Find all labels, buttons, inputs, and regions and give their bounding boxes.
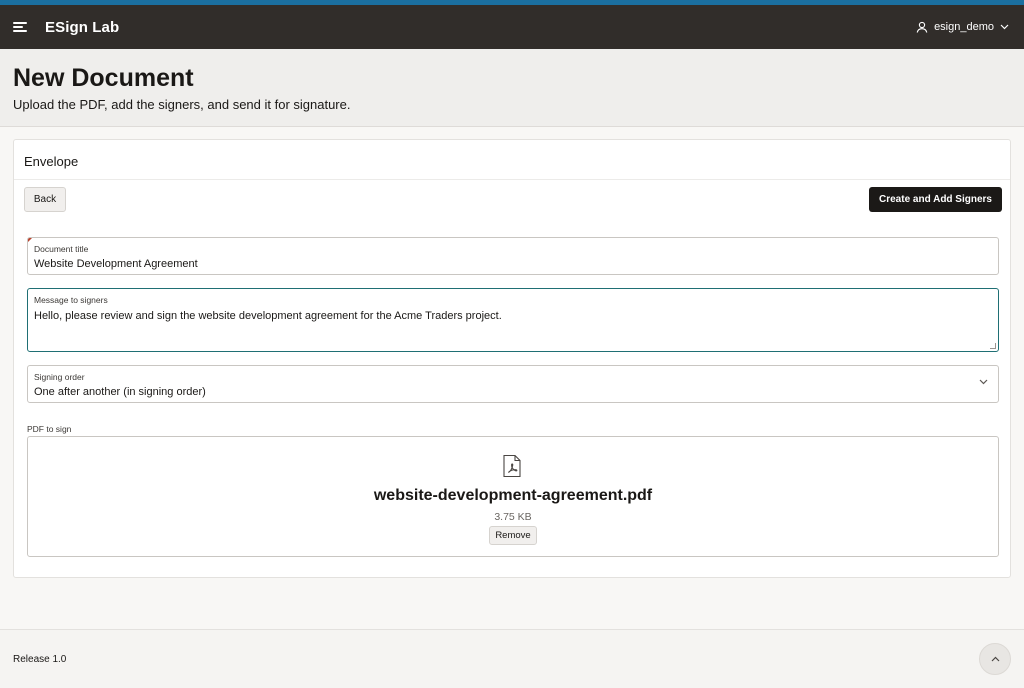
message-label: Message to signers xyxy=(34,295,108,305)
user-icon xyxy=(916,21,928,33)
pdf-file-name: website-development-agreement.pdf xyxy=(373,487,653,504)
back-button[interactable]: Back xyxy=(24,187,66,212)
page-header: New Document Upload the PDF, add the sig… xyxy=(0,49,1024,127)
signing-order-value: One after another (in signing order) xyxy=(34,386,206,398)
pdf-dropzone[interactable]: website-development-agreement.pdf 3.75 K… xyxy=(27,436,999,557)
create-and-add-signers-button[interactable]: Create and Add Signers xyxy=(869,187,1002,212)
signing-order-select[interactable]: Signing order One after another (in sign… xyxy=(27,365,999,403)
pdf-file-size: 3.75 KB xyxy=(494,511,532,523)
app-header: ESign Lab esign_demo xyxy=(0,5,1024,49)
scroll-to-top-button[interactable] xyxy=(979,643,1011,675)
card-divider xyxy=(14,179,1010,180)
hamburger-menu-icon[interactable] xyxy=(13,22,27,32)
envelope-card: Envelope Back Create and Add Signers Doc… xyxy=(13,139,1011,578)
release-label: Release 1.0 xyxy=(13,654,67,665)
page-title: New Document xyxy=(13,64,194,92)
chevron-up-icon xyxy=(991,656,999,662)
document-title-label: Document title xyxy=(34,244,89,254)
chevron-down-icon xyxy=(979,379,988,385)
resize-handle[interactable] xyxy=(990,343,996,349)
required-indicator xyxy=(28,238,33,243)
footer: Release 1.0 xyxy=(0,630,1024,688)
document-title-field[interactable]: Document title xyxy=(27,237,999,275)
document-title-input[interactable] xyxy=(34,258,974,270)
signing-order-label: Signing order xyxy=(34,372,85,382)
remove-file-button[interactable]: Remove xyxy=(489,526,537,545)
page-subtitle: Upload the PDF, add the signers, and sen… xyxy=(13,97,351,112)
username: esign_demo xyxy=(934,21,994,33)
message-field[interactable]: Message to signers Hello, please review … xyxy=(27,288,999,352)
chevron-down-icon xyxy=(1000,24,1009,30)
envelope-card-title: Envelope xyxy=(24,154,79,169)
user-menu[interactable]: esign_demo xyxy=(916,21,1009,33)
message-textarea[interactable]: Hello, please review and sign the websit… xyxy=(34,309,974,345)
pdf-file-icon xyxy=(503,454,521,478)
app-title[interactable]: ESign Lab xyxy=(45,19,119,36)
pdf-to-sign-label: PDF to sign xyxy=(27,424,72,434)
